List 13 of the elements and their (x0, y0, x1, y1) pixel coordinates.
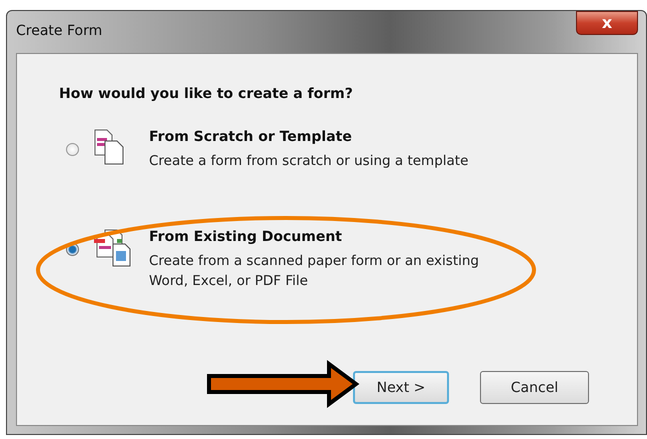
document-icon (93, 129, 125, 165)
window-title: Create Form (16, 23, 102, 39)
option-description: Create a form from scratch or using a template (149, 152, 468, 171)
option-description: Create from a scanned paper form or an existing (149, 252, 479, 271)
close-button[interactable]: x (576, 11, 638, 35)
radio-button[interactable] (66, 143, 79, 156)
option-description: Word, Excel, or PDF File (149, 272, 309, 291)
next-button[interactable]: Next > (353, 371, 449, 404)
question-heading: How would you like to create a form? (59, 86, 354, 102)
option-title: From Existing Document (149, 229, 343, 245)
option-title: From Scratch or Template (149, 129, 353, 145)
cancel-button[interactable]: Cancel (480, 371, 589, 404)
documents-icon (93, 229, 131, 267)
